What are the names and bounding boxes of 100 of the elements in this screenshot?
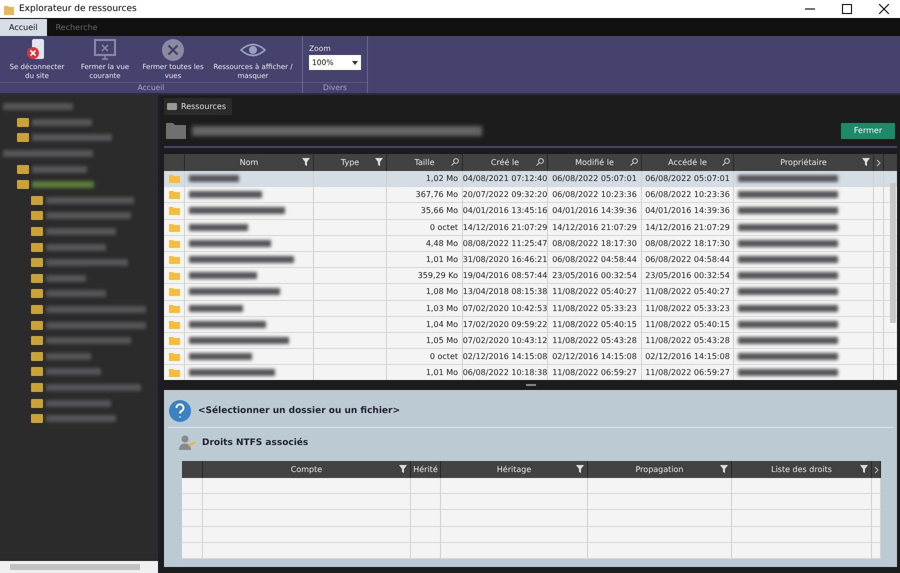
table-row[interactable]: 0 octet 14/12/2016 21:07:29 14/12/2016 21:07:29 14/12/2016 21:07:29 [164,220,897,236]
size-cell: 1,02 Mo [387,171,463,186]
filter-icon[interactable] [720,465,728,473]
tree-item[interactable] [32,181,94,188]
tree-item[interactable] [46,384,141,391]
folder-icon [168,304,180,313]
size-cell: 1,05 Mo [387,332,463,348]
folder-icon [168,368,180,378]
size-cell: 35,66 Mo [387,203,463,219]
folder-icon [31,320,43,330]
tree-item[interactable] [3,103,73,110]
tree-item[interactable] [32,166,87,173]
selection-prompt: <Sélectionner un dossier ou un fichier> [198,406,400,416]
view-tab[interactable]: Ressources [164,98,232,115]
blurred-name [189,175,239,182]
table-row[interactable]: 359,29 Ko 19/04/2016 08:57:44 23/05/2016 00:32:54 23/05/2016 00:32:54 [164,268,897,284]
table-row[interactable]: 1,08 Mo 13/04/2018 08:15:38 11/08/2022 05:40:27 11/08/2022 05:40:27 [164,284,897,300]
date-cell: 04/01/2016 14:39:36 [548,203,642,219]
filter-icon[interactable] [375,158,383,166]
tree-item[interactable] [46,196,134,204]
scroll-right-icon[interactable] [874,466,878,474]
table-row[interactable]: 367,76 Mo 20/07/2022 09:32:20 06/08/2022 10:23:36 06/08/2022 10:23:36 [164,187,897,204]
date-cell: 07/02/2020 10:43:12 [463,332,548,348]
date-cell: 13/04/2018 08:15:38 [463,284,548,300]
search-icon[interactable] [722,158,730,166]
tree-item[interactable] [46,400,111,407]
folder-icon [168,206,180,216]
table-row[interactable]: 1,01 Mo 31/08/2020 16:46:21 06/08/2022 04:58:44 06/08/2022 04:58:44 [164,252,897,268]
tree-item[interactable] [46,306,146,314]
size-cell: 1,04 Mo [387,316,463,332]
tree-item[interactable] [32,134,112,142]
tree-item[interactable] [46,337,131,344]
date-cell: 11/08/2022 05:43:28 [548,332,642,348]
size-cell: 1,01 Mo [387,252,463,268]
date-cell: 11/08/2022 06:59:27 [548,365,642,380]
scroll-right-icon[interactable] [876,158,881,166]
size-cell: 0 octet [387,349,463,364]
close-view-button[interactable]: Fermer [841,122,895,138]
tree-item[interactable] [46,415,116,422]
folder-icon [31,211,43,220]
table-row[interactable]: 1,03 Mo 07/02/2020 10:42:53 11/08/2022 05:33:23 11/08/2022 05:33:23 [164,300,897,317]
filter-icon[interactable] [302,158,310,166]
vertical-scrollbar[interactable] [890,183,896,323]
date-cell: 08/08/2022 18:17:30 [642,236,734,251]
folder-icon [166,122,186,139]
table-row[interactable]: 4,48 Mo 08/08/2022 11:25:47 08/08/2022 18:17:30 08/08/2022 18:17:30 [164,236,897,252]
tree-item[interactable] [3,150,93,158]
folder-icon [31,227,43,236]
folder-icon [31,242,43,252]
search-icon[interactable] [451,158,459,166]
search-icon[interactable] [536,158,544,166]
horizontal-scrollbar[interactable] [0,561,158,573]
folder-icon [168,336,180,345]
folder-icon [168,190,180,200]
filter-icon[interactable] [860,465,868,473]
filter-icon[interactable] [399,465,407,473]
date-cell: 04/01/2016 13:45:16 [463,203,548,219]
user-key-icon [178,435,196,451]
folder-icon [31,382,43,392]
date-cell: 02/12/2016 14:15:08 [463,349,548,364]
tree-item[interactable] [46,212,131,220]
folder-icon [168,352,180,362]
folder-icon [168,320,180,329]
tree-item[interactable] [46,259,128,266]
folder-icon [168,271,180,280]
search-icon[interactable] [630,158,638,166]
tree-item[interactable] [46,290,106,298]
date-cell: 14/12/2016 21:07:29 [548,220,642,235]
tree-item[interactable] [46,352,91,360]
table-row[interactable]: 1,02 Mo 04/08/2021 07:12:40 06/08/2022 05:07:01 06/08/2022 05:07:01 [164,171,897,188]
table-row[interactable]: 35,66 Mo 04/01/2016 13:45:16 04/01/2016 14:39:36 04/01/2016 14:39:36 [164,203,897,220]
table-row[interactable]: 1,05 Mo 07/02/2020 10:43:12 11/08/2022 05:43:28 11/08/2022 05:43:28 [164,332,897,350]
tree-item[interactable] [46,274,86,282]
tree-item[interactable] [32,118,92,126]
date-cell: 06/08/2022 04:58:44 [548,252,642,268]
table-row[interactable]: 1,01 Mo 06/08/2022 10:18:38 11/08/2022 06:59:27 11/08/2022 06:59:27 [164,365,897,380]
tree-item[interactable] [46,368,101,376]
table-row[interactable]: 0 octet 02/12/2016 14:15:08 02/12/2016 14:15:08 02/12/2016 14:15:08 [164,349,897,366]
caret-icon [352,60,358,64]
folder-icon [31,258,43,268]
ribbon-tab[interactable]: Accueil [0,19,47,36]
folder-icon [31,336,43,346]
date-cell: 11/08/2022 05:40:15 [548,316,642,332]
tree-item[interactable] [46,322,146,329]
folder-icon [4,4,14,14]
date-cell: 23/05/2016 00:32:54 [548,268,642,284]
tree-item[interactable] [46,244,106,251]
date-cell: 11/08/2022 05:40:27 [548,284,642,300]
date-cell: 02/12/2016 14:15:08 [642,349,734,364]
folder-icon [168,287,180,296]
date-cell: 11/08/2022 05:40:15 [642,316,734,332]
table-row[interactable]: 1,04 Mo 17/02/2020 09:59:22 11/08/2022 05:40:15 11/08/2022 05:40:15 [164,316,897,333]
folder-icon [17,180,29,190]
folder-icon [31,274,43,283]
size-cell: 359,29 Ko [387,268,463,284]
monitor-close-icon [93,38,117,62]
folder-icon [31,196,43,205]
tree-item[interactable] [46,228,116,236]
filter-icon[interactable] [862,158,870,166]
filter-icon[interactable] [576,465,584,473]
